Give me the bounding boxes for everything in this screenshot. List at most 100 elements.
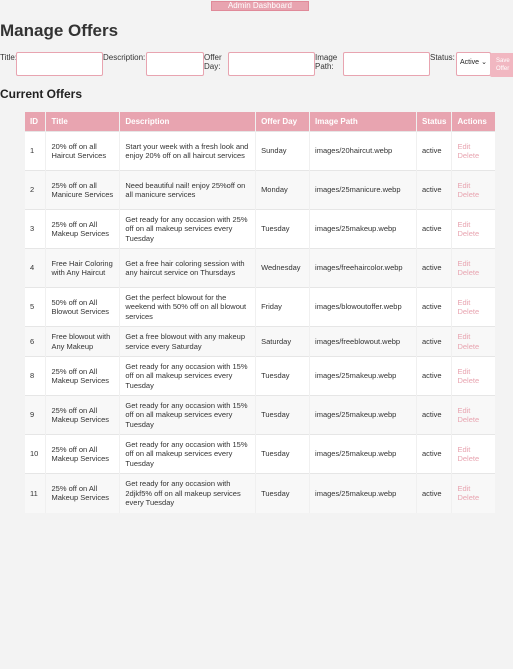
cell-actions: Edit Delete xyxy=(451,434,495,474)
save-offer-label-line1: Save xyxy=(496,58,510,64)
cell-offer-day: Tuesday xyxy=(255,395,310,435)
cell-description: Get the perfect blowout for the weekend … xyxy=(119,287,256,327)
edit-link[interactable]: Edit xyxy=(457,142,490,152)
edit-link[interactable]: Edit xyxy=(457,332,490,342)
cell-actions: Edit Delete xyxy=(451,326,495,357)
cell-id: 6 xyxy=(25,326,46,357)
cell-image-path: images/25makeup.webp xyxy=(309,473,417,513)
offer-day-label-line2: Day: xyxy=(204,62,221,71)
cell-status: active xyxy=(416,434,452,474)
edit-link[interactable]: Edit xyxy=(457,484,490,494)
table-row: 8 25% off on All Makeup Services Get rea… xyxy=(25,356,495,396)
cell-actions: Edit Delete xyxy=(451,395,495,435)
delete-link[interactable]: Delete xyxy=(457,342,490,352)
table-row: 1 20% off on all Haircut Services Start … xyxy=(25,131,495,171)
cell-id: 5 xyxy=(25,287,46,327)
table-row: 2 25% off on all Manicure Services Need … xyxy=(25,170,495,210)
image-path-input[interactable] xyxy=(343,52,430,76)
cell-status: active xyxy=(416,170,452,210)
cell-status: active xyxy=(416,287,452,327)
delete-link[interactable]: Delete xyxy=(457,307,490,317)
page-title: Manage Offers xyxy=(0,21,119,40)
offer-day-input[interactable] xyxy=(228,52,315,76)
cell-status: active xyxy=(416,356,452,396)
edit-link[interactable]: Edit xyxy=(457,298,490,308)
cell-actions: Edit Delete xyxy=(451,209,495,249)
cell-id: 9 xyxy=(25,395,46,435)
cell-description: Get a free hair coloring session with an… xyxy=(119,248,256,288)
delete-link[interactable]: Delete xyxy=(457,268,490,278)
delete-link[interactable]: Delete xyxy=(457,493,490,503)
offers-table: ID Title Description Offer Day Image Pat… xyxy=(25,112,495,513)
title-label: Title: xyxy=(0,53,18,62)
delete-link[interactable]: Delete xyxy=(457,151,490,161)
cell-id: 2 xyxy=(25,170,46,210)
header-description: Description xyxy=(119,112,256,132)
cell-image-path: images/25makeup.webp xyxy=(309,434,417,474)
image-path-label-line1: Image xyxy=(315,53,338,62)
edit-link[interactable]: Edit xyxy=(457,445,490,455)
cell-image-path: images/25makeup.webp xyxy=(309,395,417,435)
cell-id: 8 xyxy=(25,356,46,396)
offer-day-label-line1: Offer xyxy=(204,53,222,62)
edit-link[interactable]: Edit xyxy=(457,367,490,377)
edit-link[interactable]: Edit xyxy=(457,406,490,416)
cell-image-path: images/freeblowout.webp xyxy=(309,326,417,357)
cell-id: 11 xyxy=(25,473,46,513)
cell-title: 25% off on All Makeup Services xyxy=(45,209,120,249)
cell-description: Start your week with a fresh look and en… xyxy=(119,131,256,171)
cell-id: 4 xyxy=(25,248,46,288)
cell-status: active xyxy=(416,209,452,249)
edit-link[interactable]: Edit xyxy=(457,181,490,191)
edit-link[interactable]: Edit xyxy=(457,220,490,230)
image-path-label: Image Path: xyxy=(315,53,337,71)
cell-status: active xyxy=(416,131,452,171)
cell-id: 10 xyxy=(25,434,46,474)
delete-link[interactable]: Delete xyxy=(457,229,490,239)
cell-image-path: images/25manicure.webp xyxy=(309,170,417,210)
header-title: Title xyxy=(45,112,120,132)
edit-link[interactable]: Edit xyxy=(457,259,490,269)
table-row: 10 25% off on All Makeup Services Get re… xyxy=(25,434,495,474)
status-select[interactable]: Active ⌄ xyxy=(456,52,491,76)
cell-description: Get ready for any occasion with 15% off … xyxy=(119,434,256,474)
header-status: Status xyxy=(416,112,452,132)
header-image-path: Image Path xyxy=(309,112,417,132)
cell-description: Get ready for any occasion with 25% off … xyxy=(119,209,256,249)
cell-description: Get ready for any occasion with 15% off … xyxy=(119,395,256,435)
delete-link[interactable]: Delete xyxy=(457,415,490,425)
delete-link[interactable]: Delete xyxy=(457,190,490,200)
cell-title: 25% off on All Makeup Services xyxy=(45,434,120,474)
save-offer-button[interactable]: Save Offer xyxy=(490,53,513,77)
table-row: 5 50% off on All Blowout Services Get th… xyxy=(25,287,495,327)
cell-image-path: images/20haircut.webp xyxy=(309,131,417,171)
cell-title: 50% off on All Blowout Services xyxy=(45,287,120,327)
admin-dashboard-button[interactable]: Admin Dashboard xyxy=(211,1,309,11)
cell-offer-day: Tuesday xyxy=(255,356,310,396)
cell-status: active xyxy=(416,473,452,513)
cell-offer-day: Tuesday xyxy=(255,434,310,474)
table-row: 6 Free blowout with Any Makeup Get a fre… xyxy=(25,326,495,357)
cell-id: 1 xyxy=(25,131,46,171)
description-label: Description: xyxy=(103,53,146,62)
chevron-down-icon: ⌄ xyxy=(481,59,487,66)
image-path-label-line2: Path: xyxy=(315,62,334,71)
table-row: 4 Free Hair Coloring with Any Haircut Ge… xyxy=(25,248,495,288)
cell-description: Get ready for any occasion with 2djkf5% … xyxy=(119,473,256,513)
delete-link[interactable]: Delete xyxy=(457,376,490,386)
cell-offer-day: Tuesday xyxy=(255,209,310,249)
cell-title: 25% off on All Makeup Services xyxy=(45,395,120,435)
cell-image-path: images/blowoutoffer.webp xyxy=(309,287,417,327)
cell-offer-day: Saturday xyxy=(255,326,310,357)
cell-status: active xyxy=(416,326,452,357)
description-textarea[interactable] xyxy=(146,52,204,76)
title-input[interactable] xyxy=(16,52,103,76)
cell-offer-day: Friday xyxy=(255,287,310,327)
cell-offer-day: Sunday xyxy=(255,131,310,171)
section-title: Current Offers xyxy=(0,87,83,101)
cell-actions: Edit Delete xyxy=(451,356,495,396)
header-offer-day: Offer Day xyxy=(255,112,310,132)
header-actions: Actions xyxy=(451,112,495,132)
cell-actions: Edit Delete xyxy=(451,287,495,327)
delete-link[interactable]: Delete xyxy=(457,454,490,464)
